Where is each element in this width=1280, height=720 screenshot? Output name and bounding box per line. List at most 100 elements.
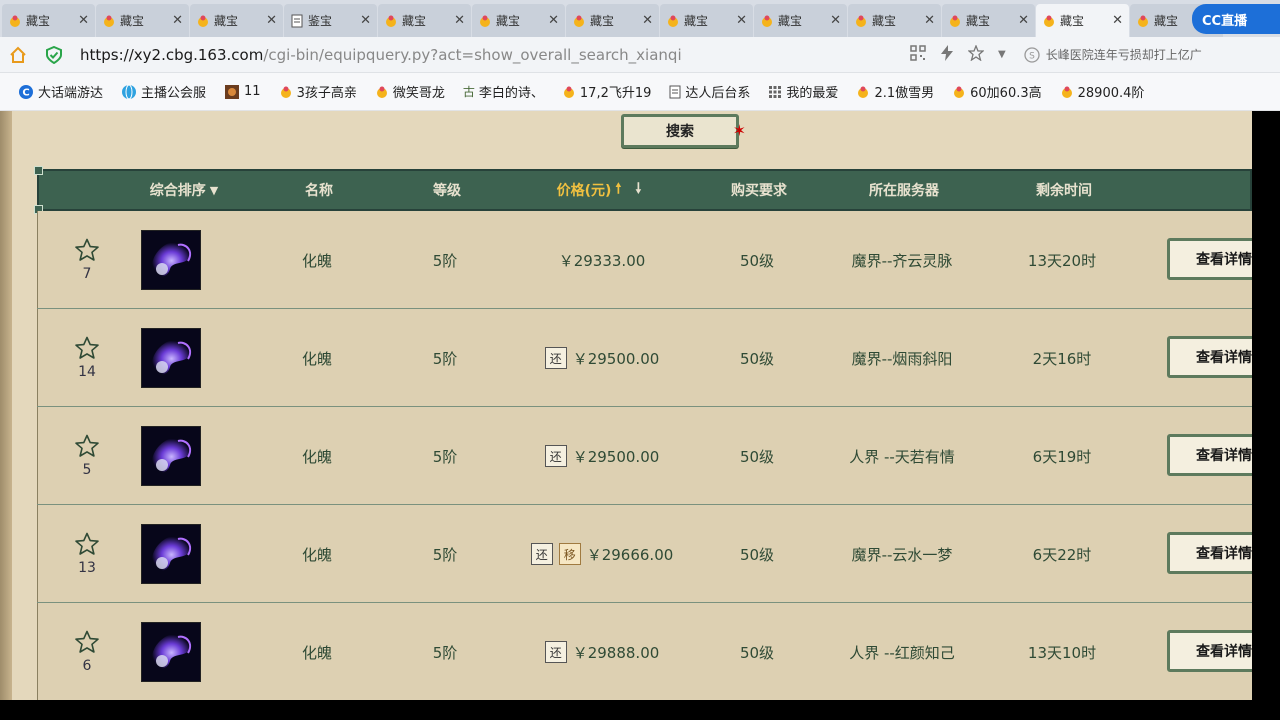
- purchase-requirement: 50级: [739, 447, 775, 466]
- purchase-requirement: 50级: [739, 349, 775, 368]
- close-icon[interactable]: ✕: [642, 13, 653, 28]
- search-button-label: 搜索: [666, 124, 694, 140]
- browser-tab[interactable]: 藏宝 ✕: [190, 4, 283, 37]
- browser-tab[interactable]: 藏宝 ✕: [660, 4, 753, 37]
- browser-tab-label: 藏宝: [120, 14, 145, 28]
- bookmark-item[interactable]: 3孩子高亲: [279, 82, 357, 101]
- red-flare-icon: ✶: [732, 121, 746, 140]
- item-thumbnail[interactable]: [140, 309, 202, 407]
- item-name: 化魄: [301, 447, 332, 466]
- browser-tab[interactable]: 藏宝 ✕: [378, 4, 471, 37]
- server-name: 人界 --天若有情: [849, 447, 955, 466]
- cc-live-badge[interactable]: CC直播: [1192, 4, 1280, 34]
- bookmark-item[interactable]: 达人后台系: [669, 82, 750, 101]
- bookmark-item[interactable]: 60加60.3高: [952, 82, 1042, 101]
- item-level: 5阶: [432, 643, 458, 662]
- bookmark-item[interactable]: 微笑哥龙: [375, 82, 445, 101]
- browser-tab[interactable]: 藏宝 ✕: [754, 4, 847, 37]
- bookmark-label: 60加60.3高: [970, 86, 1042, 101]
- url-field[interactable]: https://xy2.cbg.163.com/cgi-bin/equipque…: [80, 46, 880, 64]
- item-thumbnail[interactable]: [140, 407, 202, 505]
- view-details-button[interactable]: 查看详情: [1167, 336, 1252, 378]
- lightning-icon[interactable]: [940, 44, 954, 65]
- browser-tab-label: 鉴宝: [308, 14, 333, 28]
- star-bookmark-icon[interactable]: [967, 43, 985, 65]
- url-path: /cgi-bin/equipquery.py?act=show_overall_…: [263, 45, 682, 64]
- time-left: 13天20时: [1027, 251, 1097, 270]
- view-details-label: 查看详情: [1196, 252, 1252, 268]
- view-details-button[interactable]: 查看详情: [1167, 434, 1252, 476]
- close-icon[interactable]: ✕: [266, 13, 277, 28]
- bookmark-item[interactable]: 17,2飞升19: [562, 82, 651, 101]
- favorite-toggle[interactable]: 5: [67, 407, 107, 505]
- close-icon[interactable]: ✕: [924, 13, 935, 28]
- view-details-button[interactable]: 查看详情: [1167, 532, 1252, 574]
- bookmark-item[interactable]: 11: [224, 84, 261, 100]
- table-row: 14 化魄 5阶 还 ￥29500.00 50级 魔界--烟雨斜阳 2天16时 查看详情: [37, 309, 1252, 407]
- address-search-suggestion[interactable]: S 长峰医院连年亏损却打上亿广: [1024, 46, 1264, 63]
- item-thumbnail[interactable]: [140, 603, 202, 700]
- close-icon[interactable]: ✕: [78, 13, 89, 28]
- browser-tab[interactable]: 藏宝 ✕: [566, 4, 659, 37]
- bookmark-item[interactable]: 我的最爱: [768, 82, 838, 101]
- sort-header[interactable]: 综合排序 ▼: [129, 171, 239, 209]
- browser-tab-label: 藏宝: [214, 14, 239, 28]
- bookmark-label: 微笑哥龙: [392, 86, 445, 101]
- view-details-button[interactable]: 查看详情: [1167, 630, 1252, 672]
- search-button[interactable]: 搜索 ✶: [621, 114, 746, 148]
- home-button[interactable]: [0, 37, 36, 73]
- close-icon[interactable]: ✕: [1112, 13, 1123, 28]
- browser-tab[interactable]: 藏宝 ✕: [1036, 4, 1129, 37]
- browser-tab[interactable]: 藏宝 ✕: [2, 4, 95, 37]
- return-tag: 还: [544, 347, 567, 369]
- close-icon[interactable]: ✕: [830, 13, 841, 28]
- favorite-toggle[interactable]: 6: [67, 603, 107, 700]
- bookmark-label: 李白的诗、: [478, 86, 544, 101]
- star-outline-icon: [75, 434, 99, 457]
- chevron-down-icon[interactable]: ▼: [998, 49, 1006, 60]
- time-left: 13天10时: [1027, 643, 1097, 662]
- treasure-icon: [8, 14, 22, 28]
- favorite-toggle[interactable]: 7: [67, 211, 107, 309]
- table-row: 13 化魄 5阶 还移 ￥29666.00 50级 魔界--云水一梦 6天22时 查看详情: [37, 505, 1252, 603]
- item-thumbnail[interactable]: [140, 211, 202, 309]
- browser-tab[interactable]: 藏宝 ✕: [848, 4, 941, 37]
- favorite-toggle[interactable]: 14: [67, 309, 107, 407]
- browser-tab[interactable]: 鉴宝 ✕: [284, 4, 377, 37]
- security-shield-button[interactable]: [36, 37, 72, 73]
- gu-icon: 古: [462, 85, 475, 99]
- treasure-icon: [478, 14, 492, 28]
- bookmark-label: 28900.4阶: [1077, 86, 1145, 101]
- qr-code-icon[interactable]: [910, 44, 926, 65]
- bookmark-item[interactable]: 2.1傲雪男: [856, 82, 934, 101]
- view-details-button[interactable]: 查看详情: [1167, 238, 1252, 280]
- bookmark-item[interactable]: 28900.4阶: [1060, 82, 1145, 101]
- treasure-icon: [1136, 14, 1150, 28]
- bookmark-item[interactable]: 古李白的诗、: [463, 82, 544, 101]
- item-thumbnail[interactable]: [140, 505, 202, 603]
- sort-down-arrow-icon[interactable]: 🠗: [635, 178, 641, 202]
- close-icon[interactable]: ✕: [1018, 13, 1029, 28]
- browser-tab[interactable]: 藏宝 ✕: [472, 4, 565, 37]
- treasure-icon: [1042, 14, 1056, 28]
- view-details-label: 查看详情: [1196, 546, 1252, 562]
- bookmark-item[interactable]: 主播公会服: [121, 82, 206, 101]
- close-icon[interactable]: ✕: [454, 13, 465, 28]
- bookmark-item[interactable]: C 大话端游达: [18, 82, 103, 101]
- favorite-toggle[interactable]: 13: [67, 505, 107, 603]
- treasure-icon: [196, 14, 210, 28]
- price-value: ￥29888.00: [572, 643, 660, 662]
- browser-tab[interactable]: 藏宝 ✕: [96, 4, 189, 37]
- price-header[interactable]: 价格(元) 🠕 🠗: [529, 171, 669, 209]
- sort-up-arrow-icon[interactable]: 🠕: [615, 178, 621, 202]
- browser-tab[interactable]: 藏宝 ✕: [942, 4, 1035, 37]
- return-tag: 还: [530, 543, 553, 565]
- close-icon[interactable]: ✕: [548, 13, 559, 28]
- server-header: 所在服务器: [869, 183, 939, 199]
- close-icon[interactable]: ✕: [172, 13, 183, 28]
- view-details-label: 查看详情: [1196, 350, 1252, 366]
- table-row: 6 化魄 5阶 还 ￥29888.00 50级 人界 --红颜知己 13天10时 查看详情: [37, 603, 1252, 700]
- item-level: 5阶: [432, 545, 458, 564]
- close-icon[interactable]: ✕: [736, 13, 747, 28]
- close-icon[interactable]: ✕: [360, 13, 371, 28]
